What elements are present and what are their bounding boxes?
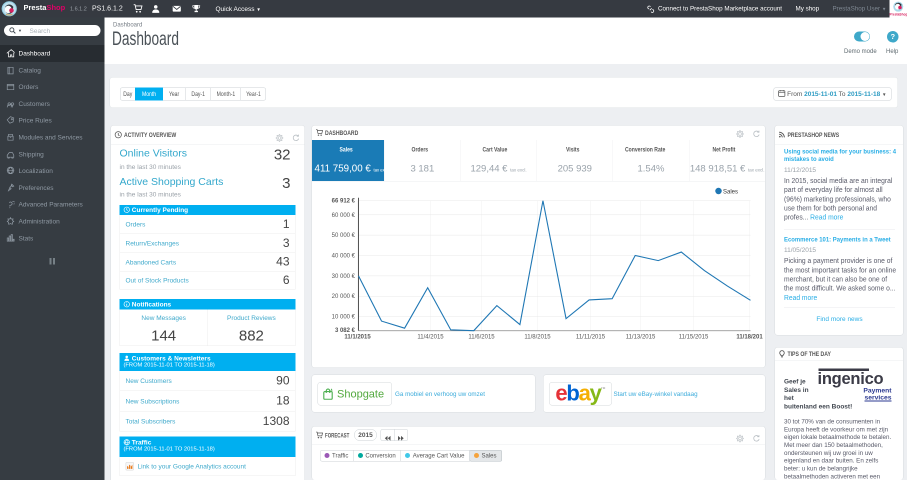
svg-text:11/11/2015: 11/11/2015 [576,335,606,341]
svg-text:Sales: Sales [723,189,738,195]
svg-text:60 000 €: 60 000 € [332,213,356,219]
svg-text:11/6/2015: 11/6/2015 [468,335,495,341]
svg-text:11/4/2015: 11/4/2015 [417,335,444,341]
svg-text:40 000 €: 40 000 € [332,254,356,260]
svg-text:11/8/2015: 11/8/2015 [524,335,551,341]
svg-text:11/1/2015: 11/1/2015 [344,335,371,341]
svg-text:11/13/2015: 11/13/2015 [626,335,656,341]
svg-text:10 000 €: 10 000 € [332,315,356,321]
svg-text:20 000 €: 20 000 € [332,294,356,300]
svg-text:3 082 €: 3 082 € [335,328,356,334]
svg-text:66 912 €: 66 912 € [332,199,356,205]
svg-text:11/15/2015: 11/15/2015 [679,335,709,341]
svg-text:11/18/201: 11/18/201 [736,335,763,341]
svg-text:30 000 €: 30 000 € [332,274,356,280]
svg-text:50 000 €: 50 000 € [332,233,356,239]
